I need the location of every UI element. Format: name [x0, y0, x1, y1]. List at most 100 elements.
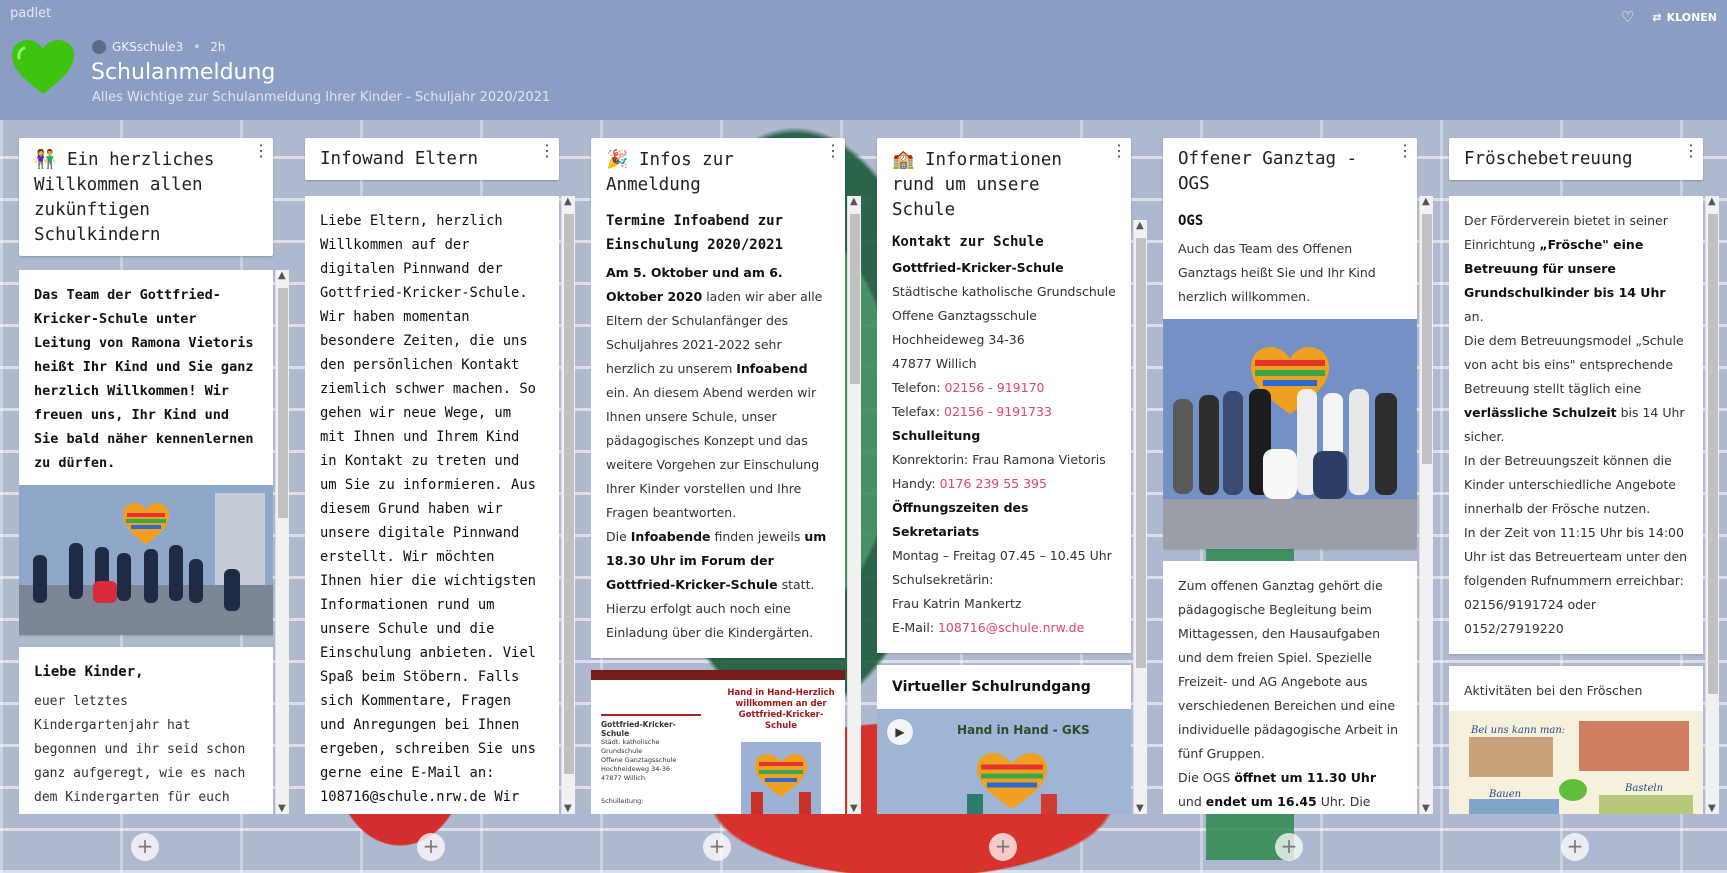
post-meta: GKSschule3 • 2h: [92, 40, 226, 54]
post-text: In der Zeit von 11:15 Uhr bis 14:00 Uhr …: [1464, 525, 1688, 636]
column-posts: Kontakt zur Schule Gottfried-Kricker-Sch…: [877, 220, 1131, 814]
more-options-icon[interactable]: ⋮: [1683, 143, 1699, 159]
column-header[interactable]: Infowand Eltern ⋮: [305, 138, 559, 180]
more-options-icon[interactable]: ⋮: [825, 143, 841, 159]
activities-poster[interactable]: Bei uns kann man: Bauen Basteln: [1449, 711, 1703, 814]
more-options-icon[interactable]: ⋮: [539, 143, 555, 159]
scroll-up-icon[interactable]: ▲: [1422, 196, 1430, 207]
column-header[interactable]: Offener Ganztag - OGS ⋮: [1163, 138, 1417, 205]
flyer-card[interactable]: Gottfried-Kricker-Schule Städt. katholis…: [591, 670, 845, 814]
scroll-down-icon[interactable]: ▼: [278, 803, 286, 814]
more-options-icon[interactable]: ⋮: [253, 143, 269, 159]
scroll-down-icon[interactable]: ▼: [1422, 803, 1430, 814]
scroll-thumb[interactable]: [1136, 238, 1146, 668]
text-span: und: [1178, 794, 1206, 809]
scroll-up-icon[interactable]: ▲: [278, 270, 286, 281]
post-card[interactable]: Aktivitäten bei den Fröschen Bei uns kan…: [1449, 666, 1703, 814]
text-line: Städtische katholische Grundschule: [892, 284, 1116, 299]
column-scrollbar[interactable]: ▲ ▼: [1419, 196, 1433, 814]
post-card[interactable]: Liebe Eltern, herzlich Willkommen auf de…: [305, 196, 559, 814]
column-willkommen: 👫 Ein herzliches Willkommen allen zukünf…: [19, 138, 289, 814]
post-card[interactable]: Der Förderverein bietet in seiner Einric…: [1449, 196, 1703, 654]
bold-text: Schulleitung: [892, 428, 981, 443]
column-title: Informationen rund um unsere Schule: [892, 150, 1062, 220]
post-text: Der Förderverein bietet in seiner Einric…: [1464, 209, 1688, 329]
post-text: Das Team der Gottfried-Kricker-Schule un…: [34, 287, 254, 471]
poster-photo: [1469, 737, 1553, 777]
text-span: Uhr. Die: [1316, 794, 1371, 809]
team-photo-image: [19, 485, 273, 635]
board-title: Schulanmeldung: [91, 60, 276, 85]
add-post-button[interactable]: +: [1561, 833, 1589, 861]
column-scrollbar[interactable]: ▲ ▼: [561, 196, 575, 814]
clone-button[interactable]: ⇄ KLONEN: [1652, 11, 1717, 24]
scroll-up-icon[interactable]: ▲: [1708, 196, 1716, 207]
heart-outline-icon[interactable]: ♡: [1621, 8, 1634, 26]
scroll-down-icon[interactable]: ▼: [1708, 803, 1716, 814]
board-subtitle: Alles Wichtige zur Schulanmeldung Ihrer …: [92, 90, 551, 105]
column-header[interactable]: Fröschebetreuung ⋮: [1449, 138, 1703, 180]
scroll-thumb[interactable]: [850, 214, 860, 384]
column-scrollbar[interactable]: ▲ ▼: [847, 196, 861, 814]
add-post-button[interactable]: +: [417, 833, 445, 861]
column-posts: Termine Infoabend zur Einschulung 2020/2…: [591, 196, 845, 814]
scroll-up-icon[interactable]: ▲: [564, 196, 572, 207]
scroll-up-icon[interactable]: ▲: [850, 196, 858, 207]
more-options-icon[interactable]: ⋮: [1111, 143, 1127, 159]
post-card[interactable]: Zum offenen Ganztag gehört die pädagogis…: [1163, 561, 1417, 814]
scroll-up-icon[interactable]: ▲: [1136, 220, 1144, 231]
scroll-down-icon[interactable]: ▼: [1136, 803, 1144, 814]
top-actions: ♡ ⇄ KLONEN: [1621, 8, 1717, 26]
handy-link[interactable]: 0176 239 55 395: [940, 476, 1047, 491]
scroll-down-icon[interactable]: ▼: [850, 803, 858, 814]
scroll-thumb[interactable]: [564, 214, 574, 774]
poster-photo: [1599, 795, 1693, 814]
scroll-down-icon[interactable]: ▼: [564, 803, 572, 814]
flyer-school: Gottfried-Kricker-Schule: [601, 720, 676, 738]
ogs-team-photo[interactable]: [1163, 319, 1417, 549]
video-card[interactable]: Virtueller Schulrundgang ▶ Hand in Hand …: [877, 665, 1131, 814]
author-avatar[interactable]: [92, 40, 106, 54]
bold-text: Infoabend: [736, 361, 808, 376]
post-card[interactable]: Liebe Kinder, euer letztes Kindergartenj…: [19, 647, 273, 814]
column-infos-anmeldung: 🎉 Infos zur Anmeldung ⋮ Termine Infoaben…: [591, 138, 861, 814]
author-name[interactable]: GKSschule3: [112, 40, 183, 54]
scroll-thumb[interactable]: [1708, 214, 1718, 694]
play-icon[interactable]: ▶: [887, 719, 913, 745]
column-header[interactable]: 👫 Ein herzliches Willkommen allen zukünf…: [19, 138, 273, 256]
video-thumbnail[interactable]: ▶ Hand in Hand - GKS: [877, 709, 1131, 814]
team-photo[interactable]: [19, 485, 273, 635]
post-card[interactable]: Das Team der Gottfried-Kricker-Schule un…: [19, 270, 273, 635]
post-card[interactable]: Kontakt zur Schule Gottfried-Kricker-Sch…: [877, 220, 1131, 653]
column-posts: OGS Auch das Team des Offenen Ganztags h…: [1163, 196, 1417, 814]
email-link[interactable]: 108716@schule.nrw.de: [938, 620, 1084, 635]
flyer-line: Städt. katholische Grundschule: [601, 738, 660, 755]
padlet-brand[interactable]: padlet: [10, 6, 51, 21]
bold-text: Gottfried-Kricker-Schule: [892, 260, 1064, 275]
phone-link[interactable]: 02156 - 919170: [945, 380, 1045, 395]
post-text: Gottfried-Kricker-Schule Städtische kath…: [892, 256, 1116, 640]
ogs-team-image: [1163, 319, 1417, 549]
add-post-button[interactable]: +: [1275, 833, 1303, 861]
fax-link[interactable]: 02156 - 9191733: [944, 404, 1052, 419]
post-text: Zum offenen Ganztag gehört die pädagogis…: [1178, 578, 1399, 761]
add-post-button[interactable]: +: [703, 833, 731, 861]
scroll-thumb[interactable]: [1422, 214, 1432, 464]
poster-photo: [1469, 799, 1559, 814]
column-scrollbar[interactable]: ▲ ▼: [1133, 220, 1147, 814]
add-post-button[interactable]: +: [131, 833, 159, 861]
time-ago: 2h: [210, 40, 226, 54]
scroll-thumb[interactable]: [278, 288, 288, 518]
post-card[interactable]: Termine Infoabend zur Einschulung 2020/2…: [591, 196, 845, 658]
text-line: Hochheideweg 34-36: [892, 332, 1025, 347]
column-scrollbar[interactable]: ▲ ▼: [275, 270, 289, 814]
text-span: ein. An diesem Abend werden wir Ihnen un…: [606, 385, 820, 520]
column-infowand-eltern: Infowand Eltern ⋮ Liebe Eltern, herzlich…: [305, 138, 575, 814]
post-card[interactable]: OGS Auch das Team des Offenen Ganztags h…: [1163, 196, 1417, 549]
column-scrollbar[interactable]: ▲ ▼: [1705, 196, 1719, 814]
text-span: Die: [606, 529, 631, 544]
bold-text: Infoabende: [630, 529, 711, 544]
column-header[interactable]: 🏫 Informationen rund um unsere Schule ⋮: [877, 138, 1131, 231]
add-post-button[interactable]: +: [989, 833, 1017, 861]
more-options-icon[interactable]: ⋮: [1397, 143, 1413, 159]
